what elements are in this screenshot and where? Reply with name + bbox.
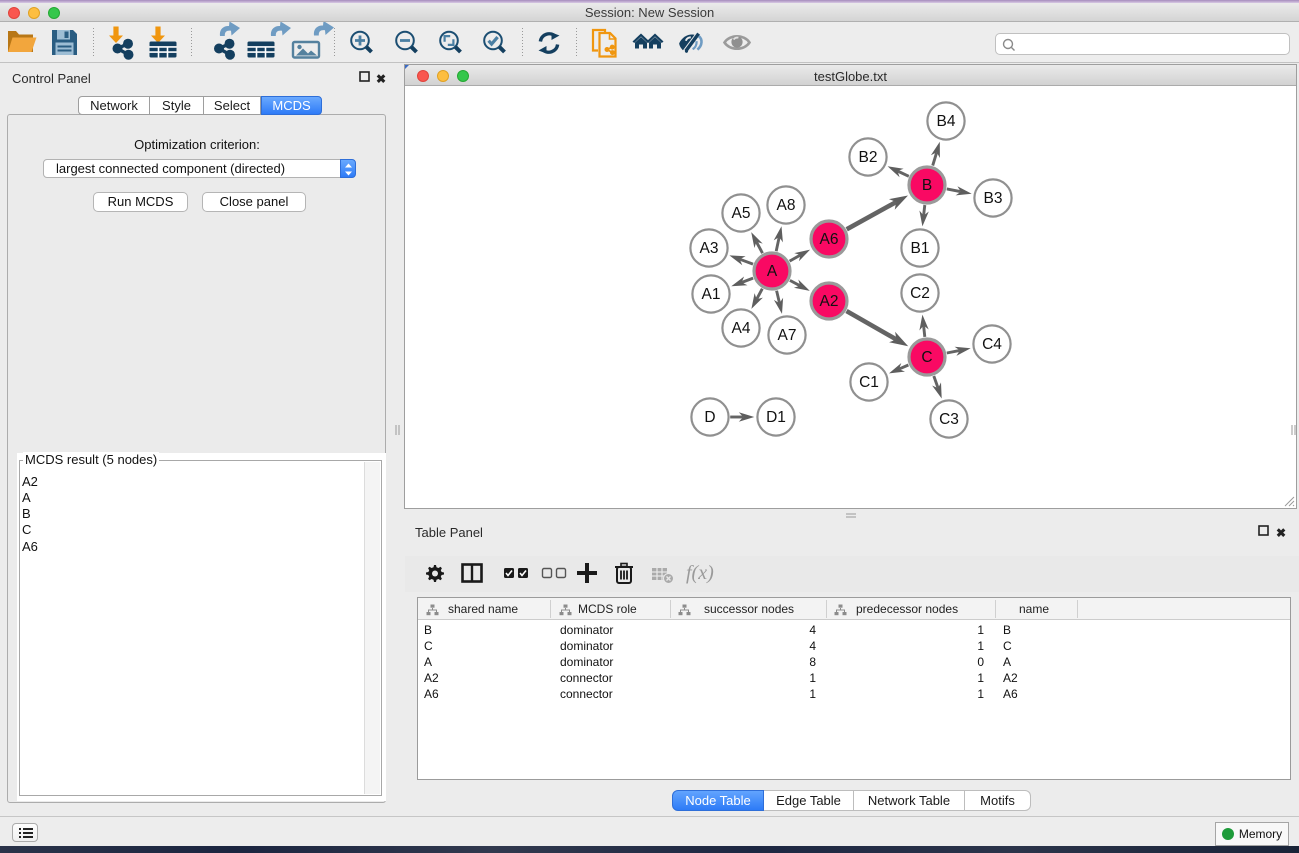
svg-text:A5: A5 <box>732 205 751 222</box>
svg-text:B1: B1 <box>911 240 930 257</box>
svg-text:A8: A8 <box>777 197 796 214</box>
svg-text:A6: A6 <box>820 231 839 248</box>
svg-text:D1: D1 <box>766 409 786 426</box>
svg-text:A2: A2 <box>820 293 839 310</box>
svg-text:A3: A3 <box>700 240 719 257</box>
svg-text:A: A <box>767 263 778 280</box>
svg-text:D: D <box>704 409 715 426</box>
svg-text:C: C <box>921 349 932 366</box>
svg-text:C1: C1 <box>859 374 879 391</box>
svg-text:B: B <box>922 177 932 194</box>
svg-text:C3: C3 <box>939 411 959 428</box>
svg-text:A7: A7 <box>778 327 797 344</box>
svg-text:B4: B4 <box>937 113 956 130</box>
svg-text:B3: B3 <box>984 190 1003 207</box>
svg-text:C2: C2 <box>910 285 930 302</box>
svg-text:B2: B2 <box>859 149 878 166</box>
svg-text:C4: C4 <box>982 336 1002 353</box>
svg-text:A4: A4 <box>732 320 751 337</box>
svg-text:A1: A1 <box>702 286 721 303</box>
